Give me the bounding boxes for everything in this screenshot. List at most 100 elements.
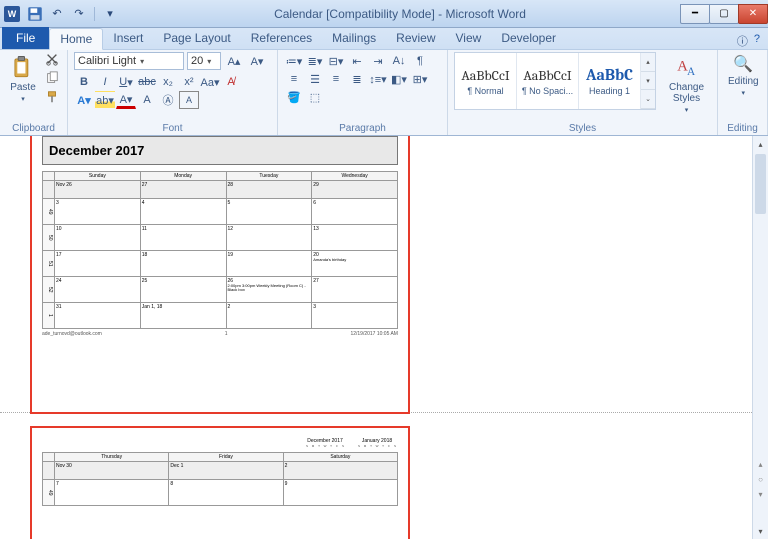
browse-next-icon[interactable]: ▾ (758, 490, 762, 499)
maximize-button[interactable]: ▢ (709, 4, 739, 24)
tab-developer[interactable]: Developer (491, 27, 566, 49)
quick-access-toolbar: ↶ ↷ ▾ (26, 5, 119, 23)
font-family-combo[interactable]: Calibri Light▾ (74, 52, 184, 70)
subscript-icon[interactable]: x₂ (158, 73, 178, 91)
group-editing: 🔍 Editing ▾ Editing (718, 50, 768, 135)
justify-icon[interactable]: ≣ (347, 70, 367, 88)
paste-label: Paste (10, 82, 36, 93)
shrink-font-icon[interactable]: A▾ (247, 52, 267, 70)
minimize-ribbon-icon[interactable]: ⓘ (737, 33, 748, 49)
clear-formatting-icon[interactable]: A̸ (221, 73, 241, 91)
tab-insert[interactable]: Insert (103, 27, 153, 49)
tab-review[interactable]: Review (386, 27, 445, 49)
copy-icon[interactable] (44, 71, 60, 88)
enclose-characters-icon[interactable]: Ⓐ (158, 91, 178, 109)
cut-icon[interactable] (44, 52, 60, 69)
group-paragraph: ≔▾ ≣▾ ⊟▾ ⇤ ⇥ A↓ ¶ ≡ ☰ ≡ ≣ ↕≡▾ ◧▾ ⊞▾ 🪣 ⬚ (278, 50, 448, 135)
multilevel-list-icon[interactable]: ⊟▾ (326, 52, 346, 70)
grow-font-icon[interactable]: A▴ (224, 52, 244, 70)
help-icon[interactable]: ? (754, 33, 760, 49)
minimize-button[interactable]: ━ (680, 4, 710, 24)
shading-icon[interactable]: ◧▾ (389, 70, 409, 88)
bold-icon[interactable]: B (74, 73, 94, 91)
page-1-footer: ade_turnovd@outlook.com 1 12/19/2017 10:… (42, 331, 398, 337)
window-title: Calendar [Compatibility Mode] - Microsof… (119, 7, 681, 21)
page-2: December 2017SMTWTFS January 2018SMTWTFS… (30, 426, 410, 539)
line-spacing-icon[interactable]: ↕≡▾ (368, 70, 388, 88)
redo-icon[interactable]: ↷ (70, 5, 88, 23)
sort-icon[interactable]: A↓ (389, 52, 409, 70)
editing-label: Editing (728, 76, 759, 87)
tab-references[interactable]: References (241, 27, 322, 49)
borders-icon[interactable]: ⊞▾ (410, 70, 430, 88)
font-size-value: 20 (191, 55, 203, 67)
ribbon-tabs: File Home Insert Page Layout References … (0, 28, 768, 50)
mini-calendars: December 2017SMTWTFS January 2018SMTWTFS (42, 438, 398, 448)
superscript-icon[interactable]: x² (179, 73, 199, 91)
group-clipboard: Paste ▾ Clipboard (0, 50, 68, 135)
font-group-label: Font (74, 122, 271, 135)
decrease-indent-icon[interactable]: ⇤ (347, 52, 367, 70)
styles-group-label: Styles (454, 122, 711, 135)
tab-home[interactable]: Home (49, 28, 103, 50)
window-controls: ━ ▢ ✕ (681, 4, 768, 24)
font-size-combo[interactable]: 20▾ (187, 52, 221, 70)
change-styles-button[interactable]: AA Change Styles ▾ (662, 52, 711, 116)
align-left-icon[interactable]: ≡ (284, 70, 304, 88)
tab-page-layout[interactable]: Page Layout (153, 27, 240, 49)
fill-color-icon[interactable]: 🪣 (284, 88, 304, 106)
change-styles-label: Change Styles (666, 82, 707, 104)
bullets-icon[interactable]: ≔▾ (284, 52, 304, 70)
text-effects-icon[interactable]: A▾ (74, 91, 94, 109)
calendar-grid-1: Sunday Monday Tuesday Wednesday Nov 26 2… (42, 171, 398, 329)
undo-icon[interactable]: ↶ (48, 5, 66, 23)
highlight-icon[interactable]: ab▾ (95, 91, 115, 109)
scroll-up-icon[interactable]: ▴ (753, 136, 768, 152)
tab-mailings[interactable]: Mailings (322, 27, 386, 49)
page-1: December 2017 Sunday Monday Tuesday Wedn… (30, 136, 410, 414)
browse-object-icon[interactable]: ○ (758, 475, 763, 484)
titlebar: W ↶ ↷ ▾ Calendar [Compatibility Mode] - … (0, 0, 768, 28)
styles-gallery[interactable]: AaBbCcI¶ Normal AaBbCcI¶ No Spaci... AaB… (454, 52, 656, 110)
paragraph-dialog-icon[interactable]: ⬚ (305, 88, 325, 106)
scroll-thumb[interactable] (755, 154, 766, 214)
calendar-grid-2: Thursday Friday Saturday Nov 30 Dec 1 2 … (42, 452, 398, 506)
editing-button[interactable]: 🔍 Editing ▾ (724, 52, 763, 99)
svg-text:A: A (687, 66, 696, 78)
style-normal[interactable]: AaBbCcI¶ Normal (455, 53, 517, 109)
paragraph-group-label: Paragraph (284, 122, 441, 135)
tab-file[interactable]: File (2, 27, 49, 49)
align-right-icon[interactable]: ≡ (326, 70, 346, 88)
paste-button[interactable]: Paste ▾ (6, 52, 40, 105)
clipboard-group-label: Clipboard (6, 122, 61, 135)
character-border-icon[interactable]: A (179, 91, 199, 109)
strikethrough-icon[interactable]: abc (137, 73, 157, 91)
document-viewport[interactable]: December 2017 Sunday Monday Tuesday Wedn… (0, 136, 752, 539)
editing-group-label: Editing (724, 122, 761, 135)
style-no-spacing[interactable]: AaBbCcI¶ No Spaci... (517, 53, 579, 109)
change-case-icon[interactable]: Aa▾ (200, 73, 220, 91)
save-icon[interactable] (26, 5, 44, 23)
browse-prev-icon[interactable]: ▴ (758, 460, 762, 469)
group-font: Calibri Light▾ 20▾ A▴ A▾ B I U▾ abc x₂ x… (68, 50, 278, 135)
show-marks-icon[interactable]: ¶ (410, 52, 430, 70)
style-heading-1[interactable]: AaBbCHeading 1 (579, 53, 641, 109)
italic-icon[interactable]: I (95, 73, 115, 91)
align-center-icon[interactable]: ☰ (305, 70, 325, 88)
qat-customize-icon[interactable]: ▾ (101, 5, 119, 23)
calendar-title: December 2017 (42, 136, 398, 165)
font-family-value: Calibri Light (78, 55, 136, 67)
format-painter-icon[interactable] (44, 90, 60, 107)
increase-indent-icon[interactable]: ⇥ (368, 52, 388, 70)
vertical-scrollbar[interactable]: ▴ ▾ ▴ ○ ▾ (752, 136, 768, 539)
font-color-icon[interactable]: A▾ (116, 91, 136, 109)
underline-icon[interactable]: U▾ (116, 73, 136, 91)
tab-view[interactable]: View (446, 27, 492, 49)
word-icon: W (4, 6, 20, 22)
close-button[interactable]: ✕ (738, 4, 768, 24)
character-shading-icon[interactable]: A (137, 91, 157, 109)
scroll-down-icon[interactable]: ▾ (753, 523, 768, 539)
numbering-icon[interactable]: ≣▾ (305, 52, 325, 70)
gallery-scroll[interactable]: ▴▾⌄ (641, 53, 655, 109)
group-styles: AaBbCcI¶ Normal AaBbCcI¶ No Spaci... AaB… (448, 50, 718, 135)
